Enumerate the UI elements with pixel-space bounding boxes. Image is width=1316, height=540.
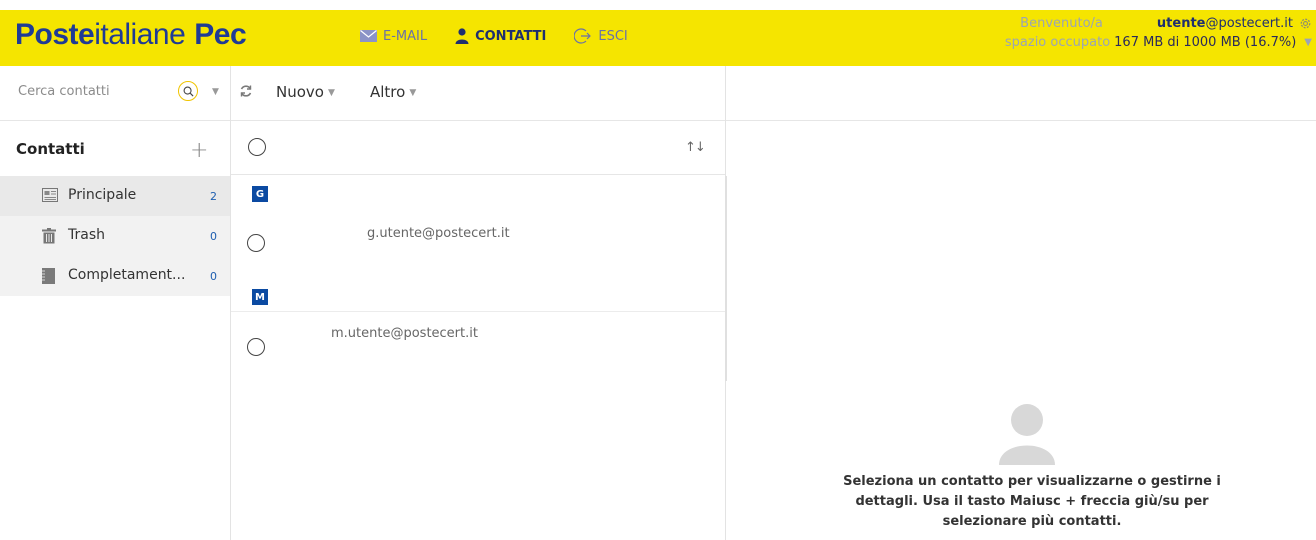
posteitaliane-pec-logo[interactable]: Poste italiane Pec [15, 18, 247, 58]
nav-contacts-label: CONTATTI [475, 28, 547, 44]
search-button[interactable] [178, 81, 198, 101]
nav-email[interactable]: E-MAIL [360, 29, 427, 44]
user-address[interactable]: utente@postecert.it [1157, 14, 1293, 33]
contact-email: m.utente@postecert.it [331, 326, 478, 341]
person-icon [455, 28, 469, 44]
sidebar-item-label: Principale [68, 187, 137, 203]
sidebar-item-completamente[interactable]: Completament... 0 [0, 256, 230, 296]
contact-checkbox[interactable] [247, 338, 265, 356]
address-book-icon [42, 188, 58, 202]
select-all-checkbox[interactable] [248, 138, 266, 156]
logo-part-pec: Pec [194, 18, 247, 51]
nav-contacts[interactable]: CONTATTI [455, 28, 546, 44]
chevron-down-icon: ▼ [327, 87, 335, 98]
sort-icon[interactable]: ↑↓ [685, 140, 706, 155]
search-icon [183, 86, 194, 97]
user-domain: @postecert.it [1205, 16, 1293, 31]
search-input[interactable]: Cerca contatti [18, 84, 110, 99]
detail-toolbar [726, 66, 1316, 121]
logout-icon [574, 28, 592, 44]
more-button-label: Altro [370, 83, 406, 101]
list-scrollbar[interactable] [725, 176, 727, 381]
add-addressbook-button[interactable]: + [190, 138, 208, 163]
contact-list-header: ↑↓ [231, 121, 725, 175]
user-name: utente [1156, 16, 1206, 31]
list-toolbar: Nuovo ▼ Altro ▼ [231, 66, 725, 121]
sidebar-item-count: 2 [210, 190, 217, 203]
nav-logout-label: ESCI [598, 28, 628, 44]
group-letter-badge: M [252, 289, 268, 305]
addressbook-list: Principale 2 Trash 0 Completament... 0 [0, 176, 230, 296]
nav-email-label: E-MAIL [383, 28, 428, 44]
trash-icon [42, 228, 56, 244]
sidebar-title: Contatti [16, 140, 85, 158]
empty-detail-message: Seleziona un contatto per visualizzarne … [843, 474, 1221, 529]
contact-row[interactable]: m.utente@postecert.it [231, 312, 725, 380]
space-value: 167 MB di 1000 MB (16.7%) [1114, 35, 1297, 50]
contact-row[interactable]: g.utente@postecert.it [231, 176, 725, 286]
sidebar-item-principale[interactable]: Principale 2 [0, 176, 230, 216]
search-bar: Cerca contatti ▼ [0, 66, 230, 121]
search-options-chevron-icon[interactable]: ▼ [212, 87, 219, 97]
contact-checkbox[interactable] [247, 234, 265, 252]
welcome-label: Benvenuto/a [1020, 16, 1103, 31]
sidebar-item-trash[interactable]: Trash 0 [0, 216, 230, 256]
chevron-down-icon[interactable]: ▼ [1304, 33, 1312, 52]
nav-logout[interactable]: ESCI [574, 27, 628, 45]
new-button-label: Nuovo [276, 83, 324, 101]
gear-icon[interactable] [1299, 17, 1312, 30]
mail-icon [360, 30, 377, 42]
sidebar-item-label: Trash [68, 227, 105, 243]
sidebar-item-count: 0 [210, 270, 217, 283]
contact-email: g.utente@postecert.it [367, 226, 510, 241]
top-header: PosteitalianePec E-MAIL CONTATTI ESCI [0, 10, 1316, 66]
more-button[interactable]: Altro ▼ [370, 83, 416, 101]
sidebar-item-count: 0 [210, 230, 217, 243]
space-label: spazio occupato [1004, 35, 1111, 50]
logo-part-italiane: italiane [94, 18, 186, 51]
account-info: Benvenuto/a utente@postecert.it spazio o… [1005, 14, 1312, 52]
sidebar-item-label: Completament... [68, 267, 186, 283]
logo-part-poste: Poste [15, 18, 95, 51]
chevron-down-icon: ▼ [409, 87, 417, 98]
notebook-icon [42, 268, 55, 284]
refresh-icon[interactable] [239, 84, 253, 98]
contact-avatar-icon [999, 404, 1055, 465]
new-button[interactable]: Nuovo ▼ [276, 83, 335, 101]
main-nav: E-MAIL CONTATTI ESCI [360, 27, 656, 45]
